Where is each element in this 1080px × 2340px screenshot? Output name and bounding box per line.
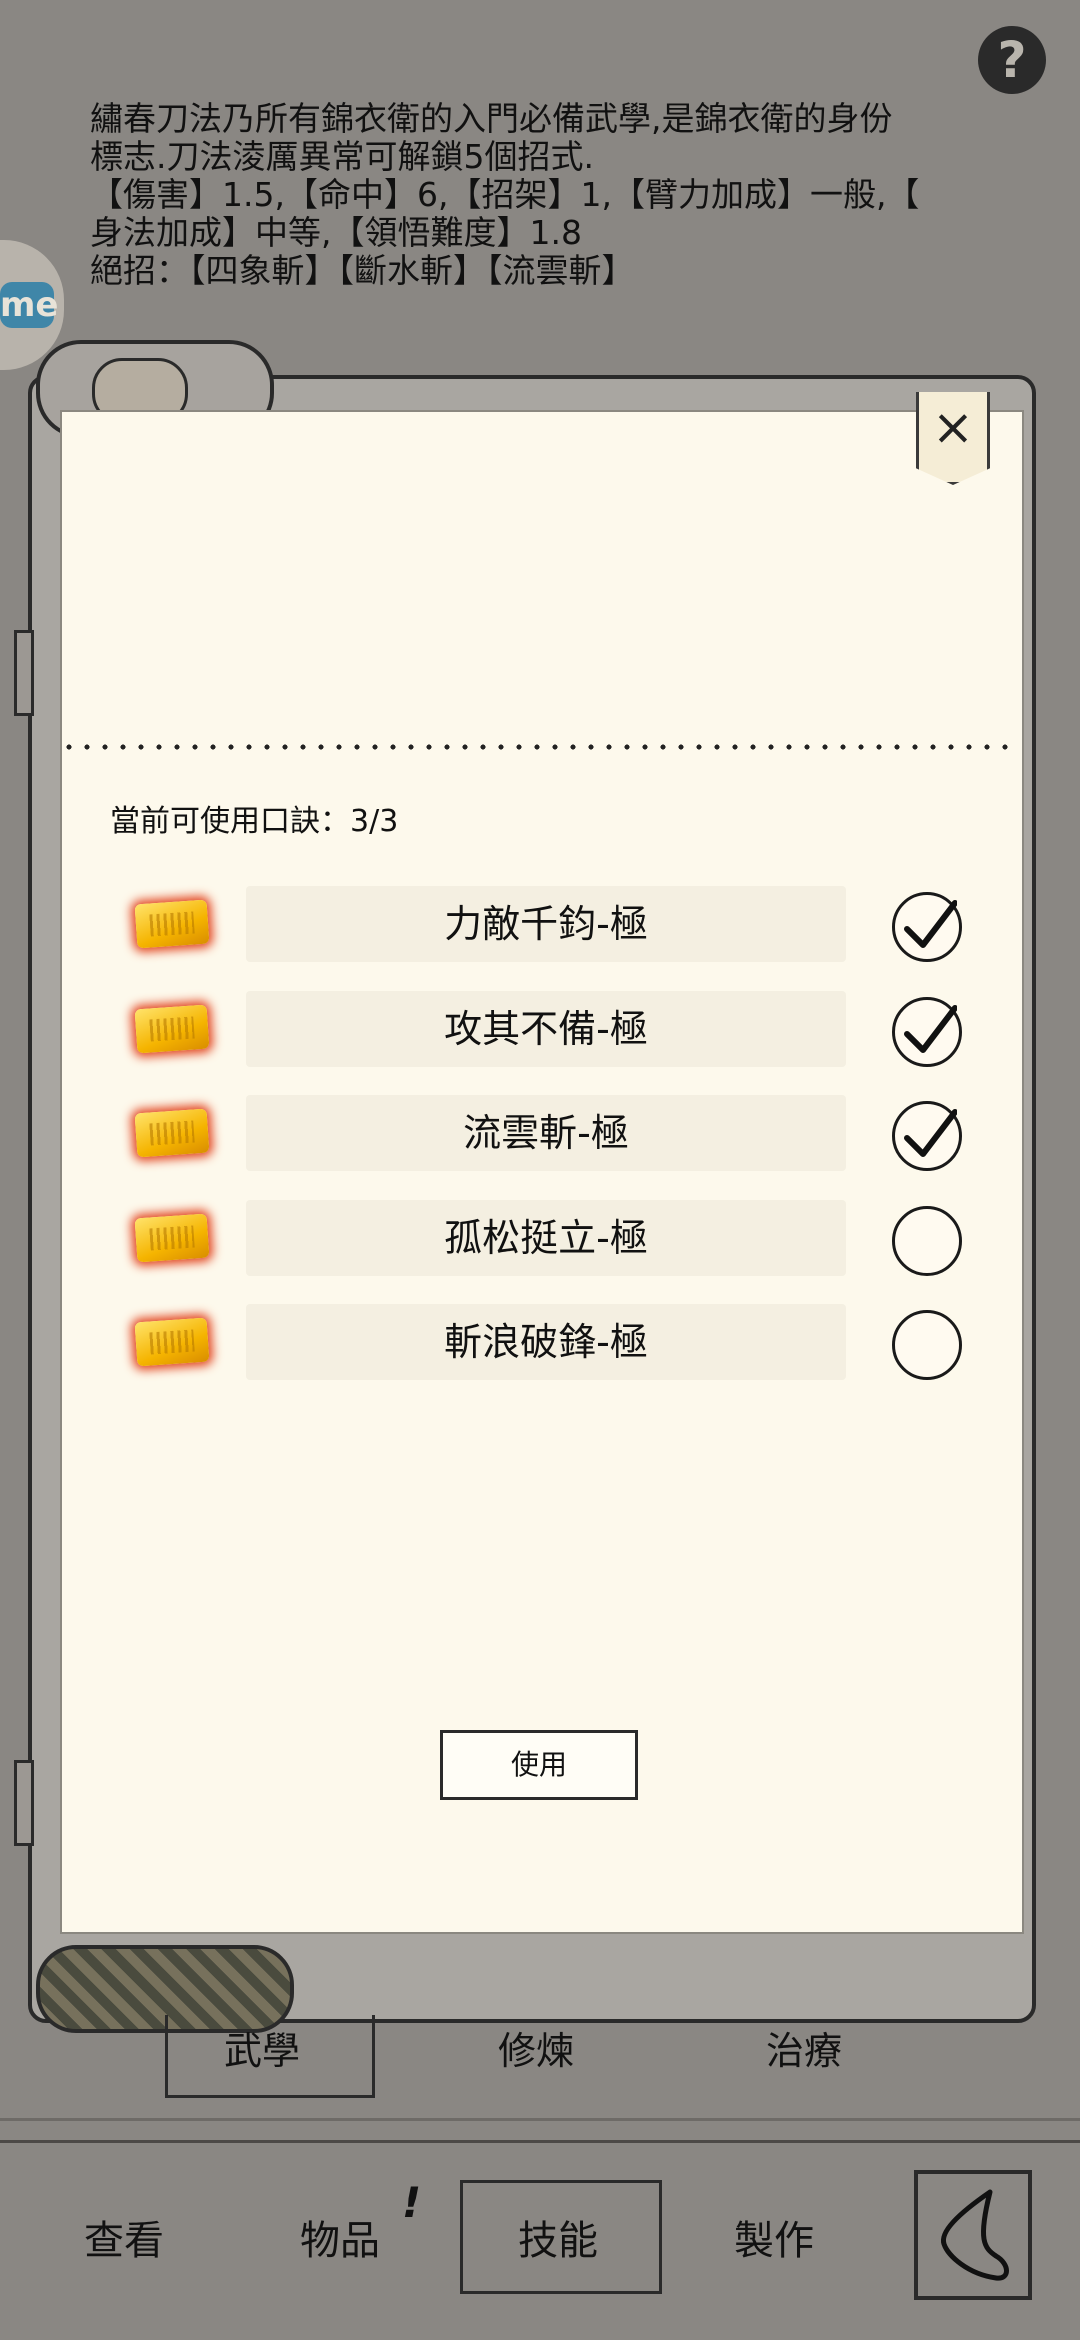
mnemonic-name: 力敵千鈞-極 <box>246 886 846 962</box>
checkbox-empty[interactable] <box>892 1310 962 1380</box>
mnemonic-name: 孤松挺立-極 <box>246 1200 846 1276</box>
close-button[interactable]: × <box>916 392 990 485</box>
checkbox-checked[interactable] <box>892 892 962 962</box>
sub-tab-wuxue[interactable]: 武學 <box>224 2020 300 2075</box>
dotted-divider <box>60 744 1020 750</box>
checkmark-icon <box>904 1005 957 1053</box>
mnemonic-row[interactable]: 攻其不備-極 <box>130 985 970 1075</box>
gold-token-icon <box>134 1108 210 1158</box>
items-alert-badge: ! <box>402 2178 422 2227</box>
quota-text: 當前可使用口訣：3/3 <box>110 804 399 839</box>
sub-tab-zhiliao[interactable]: 治療 <box>766 2020 842 2075</box>
checkbox-checked[interactable] <box>892 997 962 1067</box>
gold-token-icon <box>134 1004 210 1054</box>
nav-item-items[interactable]: 物品 <box>300 2208 380 2266</box>
mnemonic-row[interactable]: 斬浪破鋒-極 <box>130 1298 970 1388</box>
mnemonic-name: 斬浪破鋒-極 <box>246 1304 846 1380</box>
description-line: 身法加成】中等,【領悟難度】1.8 <box>90 213 582 252</box>
use-button[interactable]: 使用 <box>440 1730 638 1800</box>
description-line: 【傷害】1.5,【命中】6,【招架】1,【臂力加成】一般,【 <box>90 175 920 214</box>
description-line: 標志.刀法淩厲異常可解鎖5個招式. <box>90 137 594 176</box>
sub-tab-xiulian[interactable]: 修煉 <box>498 2020 574 2075</box>
scroll-side-nub <box>14 630 34 716</box>
checkmark-icon <box>904 1109 957 1157</box>
nav-item-view[interactable]: 查看 <box>84 2208 164 2266</box>
nav-item-skills[interactable]: 技能 <box>518 2208 598 2266</box>
description-line: 絕招：【四象斬】【斷水斬】【流雲斬】 <box>90 251 635 290</box>
mnemonic-row[interactable]: 孤松挺立-極 <box>130 1194 970 1284</box>
checkbox-checked[interactable] <box>892 1101 962 1171</box>
back-arrow-icon <box>940 2189 1009 2281</box>
gold-token-icon <box>134 1317 210 1367</box>
gold-token-icon <box>134 1213 210 1263</box>
divider <box>0 2118 1080 2121</box>
mnemonic-row[interactable]: 流雲斬-極 <box>130 1089 970 1179</box>
scroll-side-nub <box>14 1760 34 1846</box>
back-button[interactable] <box>914 2170 1032 2300</box>
gold-token-icon <box>134 899 210 949</box>
description-line: 繡春刀法乃所有錦衣衛的入門必備武學,是錦衣衛的身份 <box>90 99 893 138</box>
checkbox-empty[interactable] <box>892 1206 962 1276</box>
mnemonic-name: 攻其不備-極 <box>246 991 846 1067</box>
skill-description: 繡春刀法乃所有錦衣衛的入門必備武學,是錦衣衛的身份 標志.刀法淩厲異常可解鎖5個… <box>90 100 990 290</box>
mnemonic-row[interactable]: 力敵千鈞-極 <box>130 880 970 970</box>
close-icon: × <box>932 398 974 456</box>
mnemonic-name: 流雲斬-極 <box>246 1095 846 1171</box>
nav-item-craft[interactable]: 製作 <box>734 2208 814 2266</box>
side-tag-label: me <box>0 282 59 328</box>
checkmark-icon <box>904 900 957 948</box>
help-button[interactable]: ? <box>978 26 1046 94</box>
divider <box>0 2140 1080 2143</box>
